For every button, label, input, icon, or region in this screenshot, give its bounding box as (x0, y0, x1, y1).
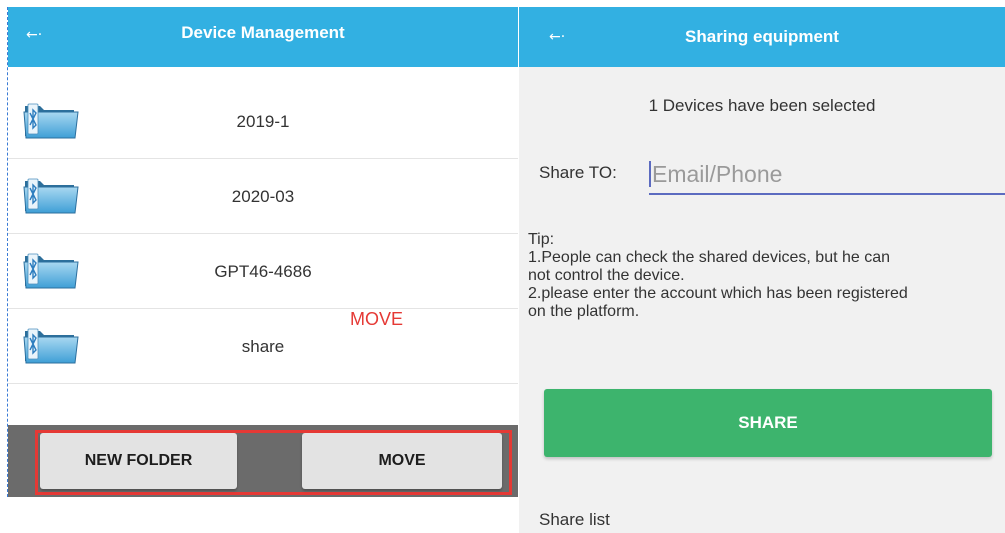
list-item[interactable]: 2019-1 (8, 84, 518, 159)
text-cursor (649, 161, 651, 187)
tip-heading: Tip: (528, 231, 555, 248)
bottom-action-bar: NEW FOLDER MOVE (8, 425, 518, 497)
app-header: ←· Sharing equipment (519, 7, 1005, 67)
share-to-field (649, 155, 1005, 195)
list-item[interactable]: GPT46-4686 (8, 234, 518, 309)
device-list: 2019-1 2020-03 GPT46-4686 share (8, 84, 518, 384)
share-button[interactable]: SHARE (544, 389, 992, 457)
tip-line: 1.People can check the shared devices, b… (528, 249, 891, 284)
new-folder-button[interactable]: NEW FOLDER (40, 433, 237, 489)
device-name: 2020-03 (231, 186, 295, 206)
app-header: ←· Device Management (8, 7, 518, 67)
device-name: GPT46-4686 (214, 261, 312, 281)
screenshot-root: ←· Device Management 2019-1 2020-03 GPT4… (0, 0, 1005, 533)
device-management-screen: ←· Device Management 2019-1 2020-03 GPT4… (7, 7, 518, 497)
share-list-heading: Share list (539, 510, 610, 529)
page-title: Device Management (181, 23, 345, 42)
share-to-label: Share TO: (539, 163, 617, 182)
device-name: share (241, 336, 285, 356)
move-button[interactable]: MOVE (302, 433, 502, 489)
page-title: Sharing equipment (685, 27, 839, 46)
device-name: 2019-1 (236, 111, 290, 131)
list-item[interactable]: share (8, 309, 518, 384)
tip-line: 2.please enter the account which has bee… (528, 285, 908, 320)
list-item[interactable]: 2020-03 (8, 159, 518, 234)
sharing-equipment-screen: ←· Sharing equipment 1 Devices have been… (519, 7, 1005, 533)
move-annotation-label: MOVE (350, 309, 404, 329)
email-phone-input[interactable] (652, 155, 1002, 193)
tip-text: Tip: 1.People can check the shared devic… (528, 231, 998, 321)
selected-devices-text: 1 Devices have been selected (648, 96, 876, 115)
